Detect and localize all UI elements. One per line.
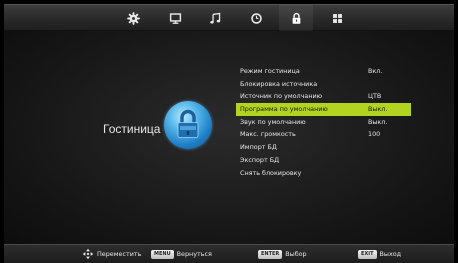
tab-channel[interactable] — [164, 9, 186, 27]
help-bar: Переместить MENU Вернуться ENTER Выбор E… — [4, 244, 454, 263]
menu-item-default-source[interactable]: Источник по умолчанию ЦТВ — [236, 90, 411, 103]
menu-item-max-volume[interactable]: Макс. громкость 100 — [236, 128, 411, 141]
menu-item-label: Импорт БД — [240, 143, 277, 152]
menu-item-import-db[interactable]: Импорт БД — [236, 141, 411, 154]
tab-time[interactable] — [245, 9, 267, 27]
menu-item-label: Макс. громкость — [240, 130, 296, 139]
tab-setup[interactable] — [326, 9, 348, 27]
menu-item-label: Снять блокировку — [240, 168, 302, 177]
menu-key: MENU — [151, 249, 174, 259]
menu-item-label: Источник по умолчанию — [240, 92, 323, 101]
lock-icon — [292, 12, 300, 24]
exit-key: EXIT — [358, 249, 377, 259]
menu-item-value: Вкл. — [368, 67, 383, 75]
hint-move-label: Переместить — [97, 250, 142, 258]
hint-exit: EXIT Выход — [358, 248, 401, 260]
tab-picture-settings[interactable] — [122, 9, 144, 27]
music-note-icon — [209, 12, 220, 24]
menu-item-value: Выкл. — [368, 117, 388, 126]
section-title: Гостиница — [103, 122, 161, 136]
gear-icon — [126, 11, 140, 25]
menu-item-export-db[interactable]: Экспорт БД — [236, 154, 411, 167]
menu-item-value: Выкл. — [368, 105, 388, 114]
menu-item-default-program[interactable]: Программа по умолчанию Выкл. — [236, 103, 411, 116]
hint-back: MENU Вернуться — [151, 248, 212, 260]
menu-tab-bar — [4, 4, 454, 31]
menu-item-label: Режим гостиница — [240, 67, 300, 75]
menu-item-label: Программа по умолчанию — [240, 105, 328, 114]
clock-icon — [250, 12, 262, 24]
move-arrows-icon — [82, 248, 94, 260]
menu-item-default-sound[interactable]: Звук по умолчанию Выкл. — [236, 116, 411, 129]
menu-item-clear-lock[interactable]: Снять блокировку — [236, 167, 411, 180]
tab-lock[interactable] — [279, 5, 313, 31]
menu-item-label: Экспорт БД — [240, 155, 280, 164]
tab-sound[interactable] — [204, 9, 226, 27]
monitor-icon — [169, 12, 181, 24]
grid-icon — [332, 13, 342, 23]
enter-key: ENTER — [258, 249, 283, 259]
lock-emblem-icon — [164, 101, 212, 149]
menu-item-source-lock[interactable]: Блокировка источника — [236, 78, 411, 91]
hint-back-label: Вернуться — [176, 250, 212, 258]
menu-item-value: ЦТВ — [368, 92, 382, 101]
menu-item-label: Блокировка источника — [240, 79, 318, 88]
menu-item-hotel-mode[interactable]: Режим гостиница Вкл. — [236, 65, 411, 78]
hint-exit-label: Выход — [379, 250, 402, 258]
menu-item-label: Звук по умолчанию — [240, 117, 306, 126]
tv-osd-screen: Гостиница Режим гостиница Вкл. Блокировк… — [0, 0, 458, 263]
hint-select-label: Выбор — [285, 250, 307, 258]
hint-select: ENTER Выбор — [258, 248, 307, 260]
hint-move: Переместить — [82, 248, 141, 260]
hotel-settings-list: Режим гостиница Вкл. Блокировка источник… — [236, 65, 411, 179]
menu-item-value: 100 — [368, 130, 381, 139]
